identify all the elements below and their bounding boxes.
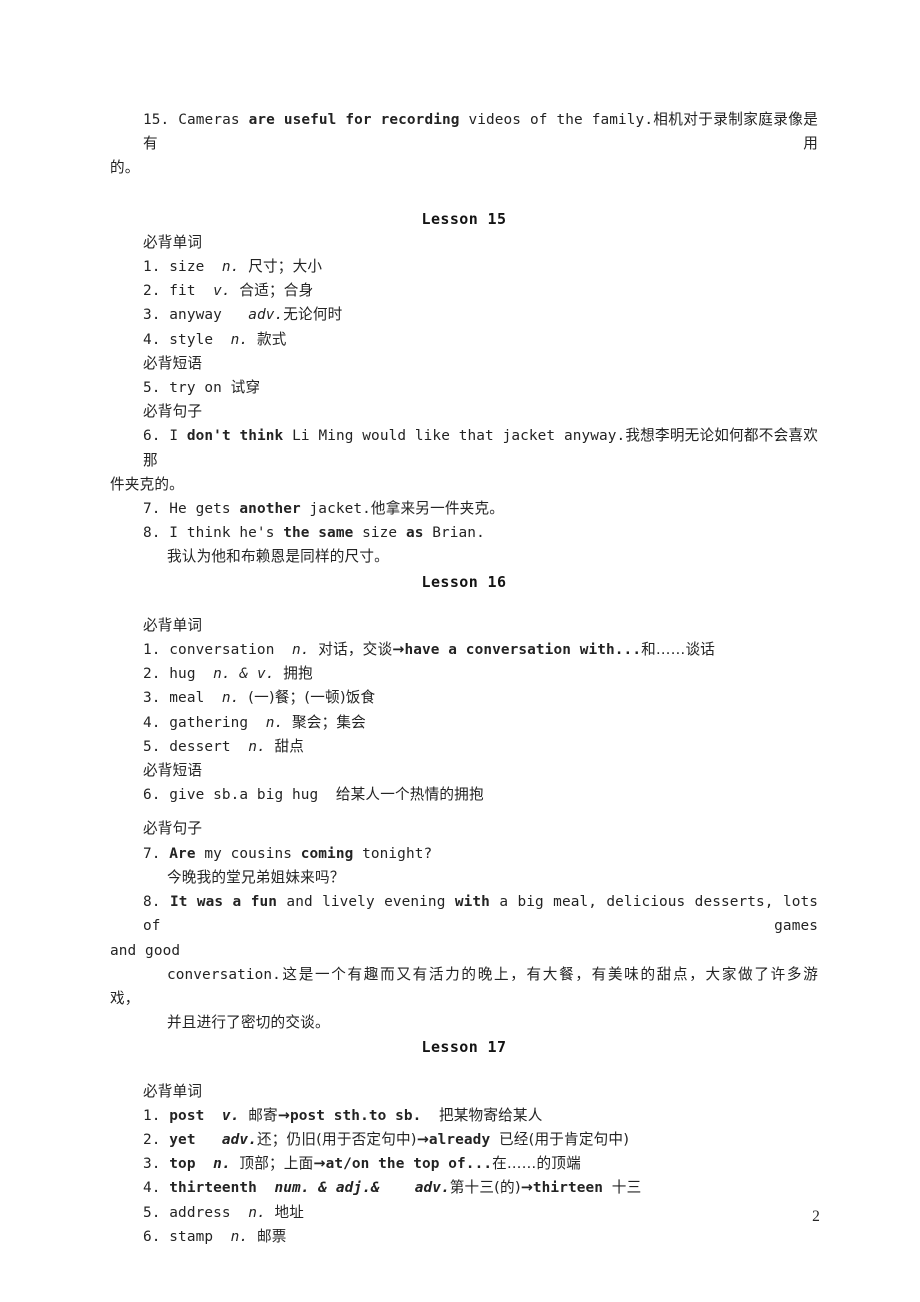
arrow-icon: → xyxy=(416,1131,429,1148)
lesson-heading-15: Lesson 15 xyxy=(421,209,507,228)
vocab-item: 3. meal n. (一)餐；(一顿)饭食 xyxy=(143,689,376,707)
sentence-en-wrap: and good xyxy=(110,942,181,959)
sentence-item: 7. He gets another jacket.他拿来另一件夹克。 xyxy=(143,500,505,518)
vocab-item: 6. stamp n. 邮票 xyxy=(143,1227,287,1245)
section-heading-phrases-16: 必背短语 xyxy=(143,762,203,780)
vocab-item: 2. hug n. & v. 拥抱 xyxy=(143,665,313,683)
sentence-cn-last: 并且进行了密切的交谈。 xyxy=(167,1014,330,1032)
vocab-item: 2. fit v. 合适；合身 xyxy=(143,282,314,300)
carryover-sentence: 15. Cameras are useful for recording vid… xyxy=(110,108,818,156)
section-heading-words-15: 必背单词 xyxy=(143,233,203,251)
vocab-item: 5. address n. 地址 xyxy=(143,1203,305,1221)
vocab-item: 5. dessert n. 甜点 xyxy=(143,737,305,755)
document-page: 15. Cameras are useful for recording vid… xyxy=(0,0,920,1302)
phrase-item: 5. try on 试穿 xyxy=(143,379,261,397)
arrow-icon: → xyxy=(277,1107,290,1124)
sentence-translation: 今晚我的堂兄弟姐妹来吗？ xyxy=(167,868,345,886)
lesson-heading-17: Lesson 17 xyxy=(421,1038,507,1057)
carryover-en-2: videos of the family. xyxy=(459,112,654,128)
arrow-icon: → xyxy=(520,1180,533,1197)
sentence-item: 6. I don't think Li Ming would like that… xyxy=(143,427,819,469)
vocab-item: 4. style n. 款式 xyxy=(143,330,287,348)
carryover-cn-wrap: 的。 xyxy=(110,159,140,177)
sentence-cn-wrap: 戏， xyxy=(110,989,140,1007)
vocab-item: 4. thirteenth num. & adj.& adv.第十三(的)→th… xyxy=(143,1179,642,1197)
arrow-icon: → xyxy=(313,1156,326,1173)
sentence-translation: 我认为他和布赖恩是同样的尺寸。 xyxy=(167,548,389,566)
section-heading-words-17: 必背单词 xyxy=(143,1082,203,1100)
arrow-icon: → xyxy=(392,642,405,659)
lesson-heading-16: Lesson 16 xyxy=(421,572,507,591)
text-column: 15. Cameras are useful for recording vid… xyxy=(110,108,818,1249)
section-heading-sentences-16: 必背句子 xyxy=(143,820,203,838)
sentence-item: 8. It was a fun and lively evening with … xyxy=(143,894,827,935)
carryover-en-bold: are useful for recording xyxy=(248,112,460,128)
section-heading-sentences-15: 必背句子 xyxy=(143,403,203,421)
sentence-cn-wrap: 件夹克的。 xyxy=(110,475,184,493)
section-heading-words-16: 必背单词 xyxy=(143,616,203,634)
carryover-en-1: Cameras xyxy=(178,112,249,128)
carryover-number: 15. xyxy=(143,112,170,128)
vocab-item: 3. anyway adv.无论何时 xyxy=(143,306,343,324)
sentence-item: 8. I think he's the same size as Brian. xyxy=(143,525,485,542)
vocab-item: 3. top n. 顶部；上面→at/on the top of...在……的顶… xyxy=(143,1155,581,1173)
vocab-item: 1. post v. 邮寄→post sth.to sb. 把某物寄给某人 xyxy=(143,1106,543,1124)
phrase-item: 6. give sb.a big hug 给某人一个热情的拥抱 xyxy=(143,786,484,804)
vocab-item: 1. conversation n. 对话，交谈→have a conversa… xyxy=(143,641,716,659)
sentence-continuation: conversation.这是一个有趣而又有活力的晚上，有大餐，有美味的甜点，大… xyxy=(167,965,818,983)
vocab-item: 4. gathering n. 聚会；集会 xyxy=(143,713,366,731)
section-heading-phrases-15: 必背短语 xyxy=(143,354,203,372)
vocab-item: 2. yet adv.还；仍旧(用于否定句中)→already 已经(用于肯定句… xyxy=(143,1130,630,1148)
page-number: 2 xyxy=(812,1208,820,1225)
vocab-item: 1. size n. 尺寸；大小 xyxy=(143,258,323,276)
sentence-item: 7. Are my cousins coming tonight? xyxy=(143,845,433,862)
